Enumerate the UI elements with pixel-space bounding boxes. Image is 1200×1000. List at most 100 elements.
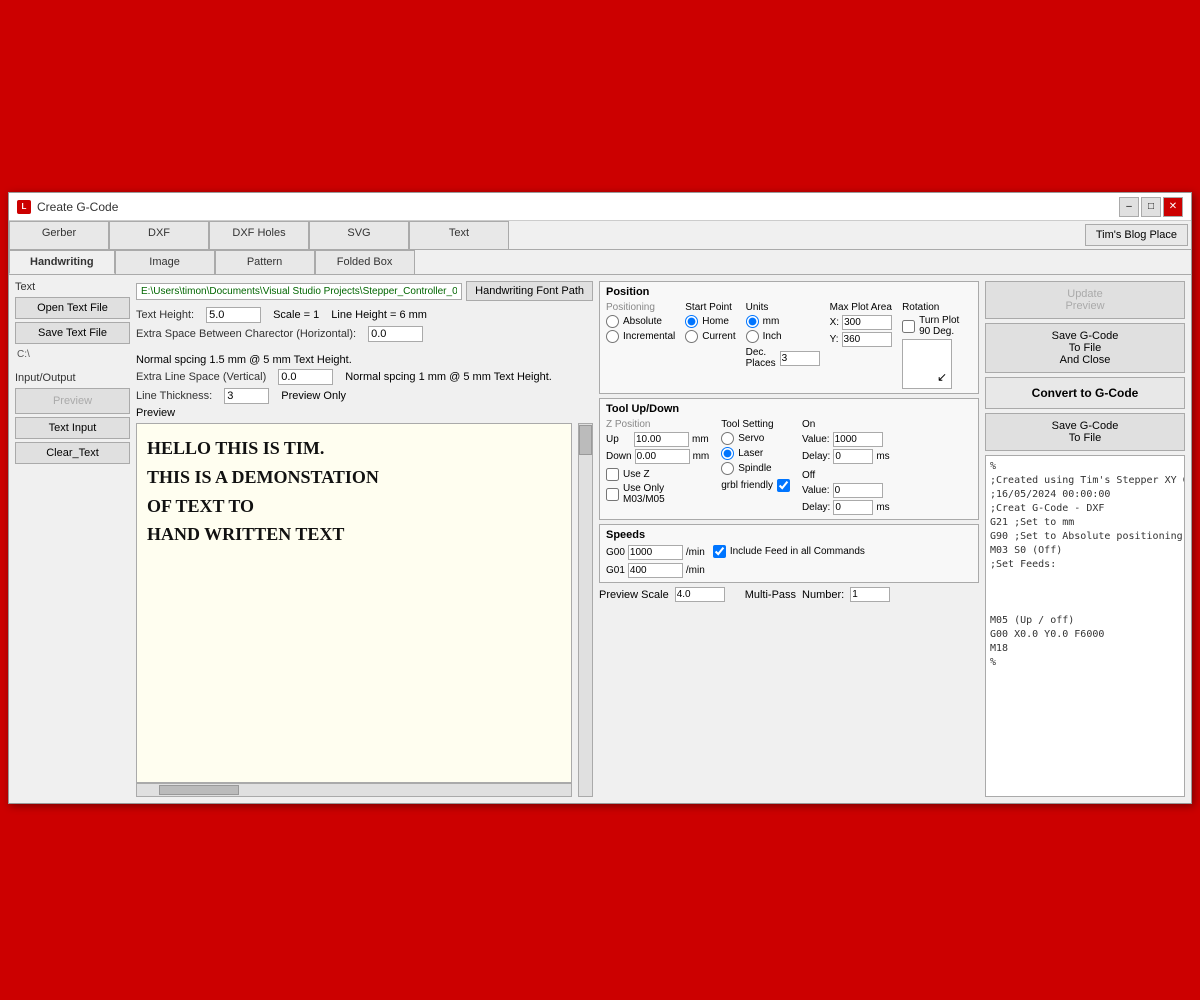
clear-text-button[interactable]: Clear_Text	[15, 442, 130, 464]
laser-radio-label[interactable]: Laser	[721, 447, 790, 460]
home-radio[interactable]	[685, 315, 698, 328]
value-off-input[interactable]	[833, 483, 883, 498]
close-button[interactable]: ✕	[1163, 197, 1183, 217]
use-z-label: Use Z	[623, 469, 650, 480]
tab-text[interactable]: Text	[409, 221, 509, 249]
inch-radio[interactable]	[746, 330, 759, 343]
extra-space-input[interactable]	[368, 326, 423, 342]
line-thickness-input[interactable]	[224, 388, 269, 404]
preview-canvas: Hello this is Tim. This is a demonstatio…	[136, 423, 572, 783]
preview-line2: This is a demonstation	[147, 463, 561, 492]
max-plot-col: Max Plot Area X: Y:	[830, 302, 892, 347]
turn-90-label[interactable]: Turn Plot 90 Deg.	[902, 315, 972, 337]
z-up-input[interactable]	[634, 432, 689, 447]
preview-line4: hand written text	[147, 520, 561, 549]
spindle-radio[interactable]	[721, 462, 734, 475]
maximize-button[interactable]: □	[1141, 197, 1161, 217]
tab-dxf-holes[interactable]: DXF Holes	[209, 221, 309, 249]
grbl-friendly-row[interactable]: grbl friendly	[721, 479, 790, 492]
text-height-input[interactable]	[206, 307, 261, 323]
tab-svg[interactable]: SVG	[309, 221, 409, 249]
font-path-input[interactable]	[136, 283, 462, 300]
tab-folded-box[interactable]: Folded Box	[315, 250, 415, 274]
spindle-radio-label[interactable]: Spindle	[721, 462, 790, 475]
gcode-line	[990, 600, 1180, 614]
line-thickness-label: Line Thickness:	[136, 390, 212, 402]
incremental-radio[interactable]	[606, 330, 619, 343]
gcode-line: G21 ;Set to mm	[990, 516, 1180, 530]
delay-on-label: Delay:	[802, 451, 830, 462]
tool-title: Tool Up/Down	[606, 403, 972, 415]
down-label: Down	[606, 451, 632, 462]
x-input[interactable]	[842, 315, 892, 330]
rotation-preview-box: ↙	[902, 339, 952, 389]
preview-button[interactable]: Preview	[15, 388, 130, 414]
g01-input[interactable]	[628, 563, 683, 578]
gcode-line	[990, 586, 1180, 600]
text-height-label: Text Height:	[136, 309, 194, 321]
gcode-line: G90 ;Set to Absolute positioning	[990, 530, 1180, 544]
z-down-input[interactable]	[635, 449, 690, 464]
update-preview-button[interactable]: UpdatePreview	[985, 281, 1185, 319]
io-label: Input/Output	[15, 372, 130, 384]
home-radio-label[interactable]: Home	[685, 315, 735, 328]
laser-radio[interactable]	[721, 447, 734, 460]
mm-radio[interactable]	[746, 315, 759, 328]
absolute-radio[interactable]	[606, 315, 619, 328]
save-file-label: Save G-CodeTo File	[1052, 420, 1119, 444]
current-radio[interactable]	[685, 330, 698, 343]
blog-button[interactable]: Tim's Blog Place	[1085, 224, 1188, 246]
servo-radio[interactable]	[721, 432, 734, 445]
extra-line-input[interactable]	[278, 369, 333, 385]
preview-line3: of text to	[147, 492, 561, 521]
include-feed-row[interactable]: Include Feed in all Commands	[713, 545, 865, 558]
delay-off-input[interactable]	[833, 500, 873, 515]
tab-spacer2	[415, 250, 1191, 274]
grbl-friendly-checkbox[interactable]	[777, 479, 790, 492]
vscroll-thumb[interactable]	[579, 425, 592, 455]
dec-places-input[interactable]	[780, 351, 820, 366]
font-path-button[interactable]: Handwriting Font Path	[466, 281, 593, 301]
multipass-input[interactable]	[850, 587, 890, 602]
text-input-button[interactable]: Text Input	[15, 417, 130, 439]
file-path-display: C:\	[15, 347, 130, 362]
tab-dxf[interactable]: DXF	[109, 221, 209, 249]
delay-on-input[interactable]	[833, 449, 873, 464]
use-z-checkbox[interactable]	[606, 468, 619, 481]
incremental-radio-label[interactable]: Incremental	[606, 330, 675, 343]
y-input[interactable]	[842, 332, 892, 347]
g00-input[interactable]	[628, 545, 683, 560]
save-text-file-button[interactable]: Save Text File	[15, 322, 130, 344]
use-only-checkbox[interactable]	[606, 488, 619, 501]
mm-radio-label[interactable]: mm	[746, 315, 820, 328]
use-z-row[interactable]: Use Z	[606, 468, 709, 481]
horizontal-scrollbar[interactable]	[136, 783, 572, 797]
minimize-button[interactable]: –	[1119, 197, 1139, 217]
open-text-file-button[interactable]: Open Text File	[15, 297, 130, 319]
normal-spcing2: Normal spcing 1 mm @ 5 mm Text Height.	[345, 371, 552, 383]
save-close-button[interactable]: Save G-CodeTo FileAnd Close	[985, 323, 1185, 373]
use-only-row[interactable]: Use Only M03/M05	[606, 483, 709, 505]
tab-handwriting[interactable]: Handwriting	[9, 250, 115, 274]
preview-scale-label: Preview Scale	[599, 589, 669, 601]
convert-button[interactable]: Convert to G-Code	[985, 377, 1185, 409]
vertical-scrollbar[interactable]	[578, 423, 593, 797]
tab-pattern[interactable]: Pattern	[215, 250, 315, 274]
delay-off-label: Delay:	[802, 502, 830, 513]
grbl-friendly-label: grbl friendly	[721, 480, 773, 491]
io-section: Input/Output Preview Text Input Clear_Te…	[15, 372, 130, 464]
current-radio-label[interactable]: Current	[685, 330, 735, 343]
hscroll-thumb[interactable]	[159, 785, 239, 795]
absolute-radio-label[interactable]: Absolute	[606, 315, 675, 328]
tool-radio-group: Servo Laser Spindle	[721, 432, 790, 475]
tab-image[interactable]: Image	[115, 250, 215, 274]
preview-scale-input[interactable]	[675, 587, 725, 602]
mm-label: mm	[763, 316, 780, 327]
value-on-input[interactable]	[833, 432, 883, 447]
servo-radio-label[interactable]: Servo	[721, 432, 790, 445]
tab-gerber[interactable]: Gerber	[9, 221, 109, 249]
include-feed-checkbox[interactable]	[713, 545, 726, 558]
turn-90-checkbox[interactable]	[902, 320, 915, 333]
save-file-button[interactable]: Save G-CodeTo File	[985, 413, 1185, 451]
inch-radio-label[interactable]: Inch	[746, 330, 820, 343]
